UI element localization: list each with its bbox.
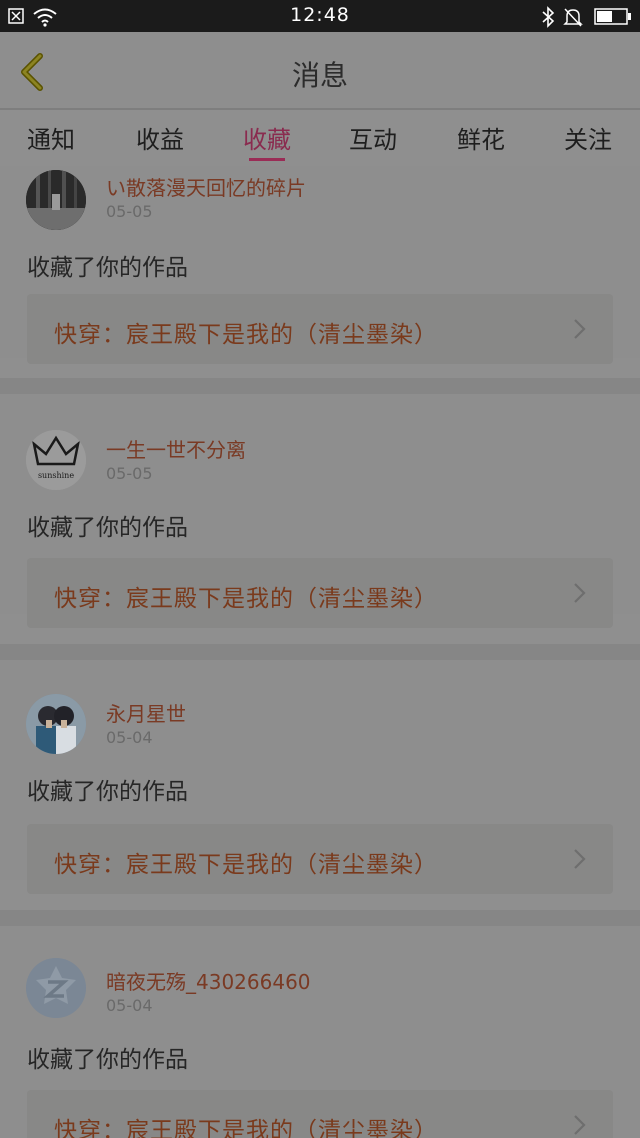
chevron-right-icon <box>574 1115 586 1135</box>
date: 05-05 <box>106 464 153 483</box>
work-link[interactable]: 快穿：宸王殿下是我的（清尘墨染） <box>27 824 613 894</box>
action-text: 收藏了你的作品 <box>27 1047 188 1073</box>
username[interactable]: い散落漫天回忆的碎片 <box>106 172 306 201</box>
tab-earnings[interactable]: 收益 <box>120 120 200 155</box>
date: 05-04 <box>106 996 153 1015</box>
avatar: sunshine <box>26 430 86 490</box>
divider <box>0 910 640 926</box>
tab-bar: 通知 收益 收藏 互动 鲜花 关注 <box>0 110 640 166</box>
bluetooth-icon <box>542 6 555 28</box>
username[interactable]: 一生一世不分离 <box>106 434 246 463</box>
work-title: 快穿：宸王殿下是我的（清尘墨染） <box>54 586 438 612</box>
active-tab-indicator <box>249 158 285 161</box>
navigation-header: 消息 <box>0 32 640 108</box>
date: 05-04 <box>106 728 153 747</box>
username[interactable]: 暗夜无殇_430266460 <box>106 966 311 995</box>
tab-following[interactable]: 关注 <box>548 120 628 155</box>
page-title: 消息 <box>291 59 348 92</box>
chevron-right-icon <box>574 849 586 869</box>
tab-favorites[interactable]: 收藏 <box>227 120 307 155</box>
tab-interactions[interactable]: 互动 <box>333 120 413 155</box>
work-title: 快穿：宸王殿下是我的（清尘墨染） <box>54 852 438 878</box>
work-link[interactable]: 快穿：宸王殿下是我的（清尘墨染） <box>27 558 613 628</box>
divider <box>0 644 640 660</box>
action-text: 收藏了你的作品 <box>27 779 188 805</box>
username[interactable]: 永月星世 <box>106 698 186 727</box>
work-link[interactable]: 快穿：宸王殿下是我的（清尘墨染） <box>27 294 613 364</box>
avatar <box>26 958 86 1018</box>
avatar <box>26 170 86 230</box>
bell-muted-icon <box>563 8 583 27</box>
avatar <box>26 694 86 754</box>
avatar-text: sunshine <box>38 471 74 480</box>
list-item[interactable]: い散落漫天回忆的碎片 05-05 收藏了你的作品 快穿：宸王殿下是我的（清尘墨染… <box>0 166 640 364</box>
battery-icon <box>594 8 631 25</box>
tab-notifications[interactable]: 通知 <box>11 120 91 155</box>
chevron-right-icon <box>574 583 586 603</box>
list-item[interactable]: 永月星世 05-04 收藏了你的作品 快穿：宸王殿下是我的（清尘墨染） <box>0 660 640 894</box>
status-bar: 12:48 <box>0 0 640 32</box>
tab-flowers[interactable]: 鲜花 <box>441 120 521 155</box>
work-title: 快穿：宸王殿下是我的（清尘墨染） <box>54 1118 438 1138</box>
action-text: 收藏了你的作品 <box>27 255 188 281</box>
message-list: い散落漫天回忆的碎片 05-05 收藏了你的作品 快穿：宸王殿下是我的（清尘墨染… <box>0 166 640 1138</box>
action-text: 收藏了你的作品 <box>27 515 188 541</box>
divider <box>0 378 640 394</box>
work-title: 快穿：宸王殿下是我的（清尘墨染） <box>54 322 438 348</box>
work-link[interactable]: 快穿：宸王殿下是我的（清尘墨染） <box>27 1090 613 1138</box>
date: 05-05 <box>106 202 153 221</box>
list-item[interactable]: 暗夜无殇_430266460 05-04 收藏了你的作品 快穿：宸王殿下是我的（… <box>0 926 640 1138</box>
list-item[interactable]: sunshine 一生一世不分离 05-05 收藏了你的作品 快穿：宸王殿下是我… <box>0 394 640 628</box>
chevron-right-icon <box>574 319 586 339</box>
